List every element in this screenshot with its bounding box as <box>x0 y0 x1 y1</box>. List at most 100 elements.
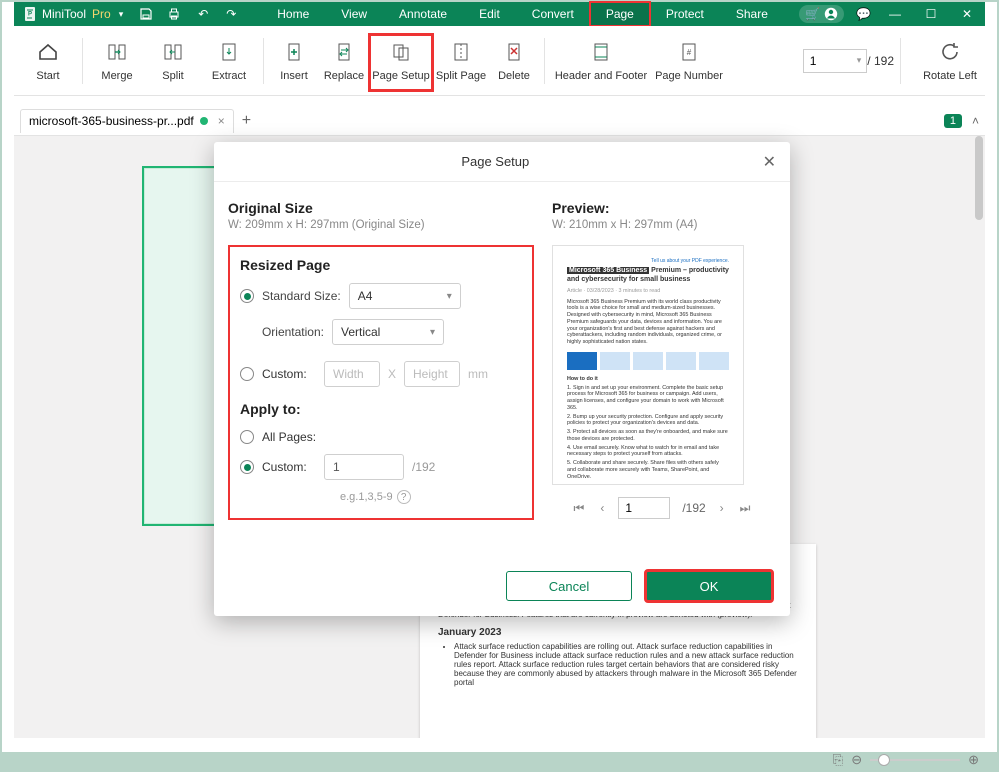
all-pages-label: All Pages: <box>262 430 316 444</box>
menubar: P MiniTool Pro ▾ ↶ ↷ Home View Annotate E… <box>14 2 985 26</box>
preview-prev-button[interactable]: ‹ <box>598 501 606 515</box>
app-icon: P <box>22 6 38 22</box>
account-pill[interactable]: 🛒 <box>799 5 844 23</box>
dialog-footer: Cancel OK <box>214 562 790 616</box>
cart-icon: 🛒 <box>805 7 820 21</box>
custom-pages-input[interactable]: 1 <box>324 454 404 480</box>
preview-total: /192 <box>682 501 705 515</box>
custom-pages-radio[interactable] <box>240 460 254 474</box>
ribbon-start[interactable]: Start <box>20 36 76 86</box>
undo-icon[interactable]: ↶ <box>195 7 211 21</box>
help-icon[interactable]: ? <box>397 490 411 504</box>
cancel-button[interactable]: Cancel <box>506 571 632 601</box>
document-tab[interactable]: microsoft-365-business-pr...pdf × <box>20 109 234 133</box>
header-footer-icon <box>589 40 613 64</box>
orientation-select[interactable]: Vertical▾ <box>332 319 444 345</box>
page-number-icon: # <box>677 40 701 64</box>
ribbon-rotate[interactable]: Rotate Left <box>921 36 979 86</box>
menu-page[interactable]: Page <box>590 2 650 26</box>
height-input[interactable]: Height <box>404 361 460 387</box>
menu-edit[interactable]: Edit <box>463 2 516 26</box>
menu-home[interactable]: Home <box>261 2 325 26</box>
new-tab-button[interactable]: + <box>242 112 251 130</box>
brand-name: MiniTool <box>42 7 86 21</box>
ribbon-page-control: ▾ / 192 <box>803 49 894 73</box>
ribbon-extract[interactable]: Extract <box>201 36 257 86</box>
menu-share[interactable]: Share <box>720 2 784 26</box>
home-icon <box>36 40 60 64</box>
preview-nav: ⏮ ‹ /192 › ⏭ <box>552 497 772 519</box>
zoom-fit-icon[interactable]: ⎘ <box>833 752 843 768</box>
doc-bullet: Attack surface reduction capabilities ar… <box>454 642 798 687</box>
titlebar-right: 🛒 💬 — ☐ ✕ <box>799 5 985 23</box>
zoom-out-icon[interactable]: ⊖ <box>851 752 862 768</box>
ribbon-insert[interactable]: Insert <box>270 36 318 86</box>
rotate-icon <box>938 40 962 64</box>
mm-label: mm <box>468 367 488 381</box>
merge-icon <box>105 40 129 64</box>
ribbon-header-footer[interactable]: Header and Footer <box>551 36 651 86</box>
orientation-label: Orientation: <box>240 325 324 339</box>
split-icon <box>161 40 185 64</box>
standard-size-radio[interactable] <box>240 289 254 303</box>
preview-value: W: 210mm x H: 297mm (A4) <box>552 219 772 231</box>
tab-filename: microsoft-365-business-pr...pdf <box>29 114 194 128</box>
preview-last-button[interactable]: ⏭ <box>738 501 753 516</box>
preview-page-input[interactable] <box>618 497 670 519</box>
collapse-tabs-icon[interactable]: ˄ <box>972 114 979 128</box>
zoom-slider[interactable] <box>870 759 960 761</box>
custom-pages-label: Custom: <box>262 460 316 474</box>
delete-icon <box>502 40 526 64</box>
ribbon-page-setup[interactable]: Page Setup <box>370 36 432 86</box>
total-pages: / 192 <box>867 54 894 68</box>
brand-suffix: Pro <box>92 7 111 21</box>
minimize-button[interactable]: — <box>883 7 907 21</box>
ok-button[interactable]: OK <box>646 571 772 601</box>
chat-icon[interactable]: 💬 <box>856 7 871 21</box>
print-icon[interactable] <box>167 7 183 21</box>
caret-icon: ▾ <box>430 327 435 338</box>
brand-menu-caret[interactable]: ▾ <box>119 9 124 20</box>
menu-protect[interactable]: Protect <box>650 2 720 26</box>
scrollbar-thumb[interactable] <box>975 136 983 220</box>
apply-to-label: Apply to: <box>240 401 522 417</box>
preview-first-button[interactable]: ⏮ <box>572 501 587 516</box>
dialog-title: Page Setup <box>461 154 529 169</box>
close-button[interactable]: ✕ <box>955 7 979 21</box>
all-pages-radio[interactable] <box>240 430 254 444</box>
custom-size-radio[interactable] <box>240 367 254 381</box>
preview-next-button[interactable]: › <box>718 501 726 515</box>
document-tabstrip: microsoft-365-business-pr...pdf × + 1 ˄ <box>14 106 985 136</box>
original-size-label: Original Size <box>228 200 534 216</box>
redo-icon[interactable]: ↷ <box>223 7 239 21</box>
standard-size-select[interactable]: A4▾ <box>349 283 461 309</box>
width-input[interactable]: Width <box>324 361 380 387</box>
extract-icon <box>217 40 241 64</box>
maximize-button[interactable]: ☐ <box>919 7 943 21</box>
unsaved-dot-icon <box>200 117 208 125</box>
zoom-slider-thumb[interactable] <box>878 754 890 766</box>
svg-text:#: # <box>687 48 692 57</box>
custom-size-label: Custom: <box>262 367 316 381</box>
ribbon-split[interactable]: Split <box>145 36 201 86</box>
vertical-scrollbar[interactable] <box>973 136 985 738</box>
menu-annotate[interactable]: Annotate <box>383 2 463 26</box>
ribbon-page-number[interactable]: #Page Number <box>651 36 727 86</box>
tab-close-button[interactable]: × <box>218 114 225 128</box>
preview-thumbnail: Tell us about your PDF experience. Micro… <box>552 245 744 485</box>
ribbon-split-page[interactable]: Split Page <box>432 36 490 86</box>
ribbon-replace[interactable]: Replace <box>318 36 370 86</box>
save-icon[interactable] <box>139 7 155 21</box>
ribbon-delete[interactable]: Delete <box>490 36 538 86</box>
menu-view[interactable]: View <box>325 2 383 26</box>
tab-badge: 1 <box>944 114 962 128</box>
brand: P MiniTool Pro ▾ <box>14 6 135 22</box>
menu-convert[interactable]: Convert <box>516 2 590 26</box>
dialog-close-button[interactable]: ✕ <box>763 152 776 172</box>
original-size-value: W: 209mm x H: 297mm (Original Size) <box>228 219 534 231</box>
replace-icon <box>332 40 356 64</box>
standard-size-label: Standard Size: <box>262 289 341 303</box>
zoom-in-icon[interactable]: ⊕ <box>968 752 979 768</box>
ribbon-merge[interactable]: Merge <box>89 36 145 86</box>
doc-month: January 2023 <box>438 627 798 638</box>
